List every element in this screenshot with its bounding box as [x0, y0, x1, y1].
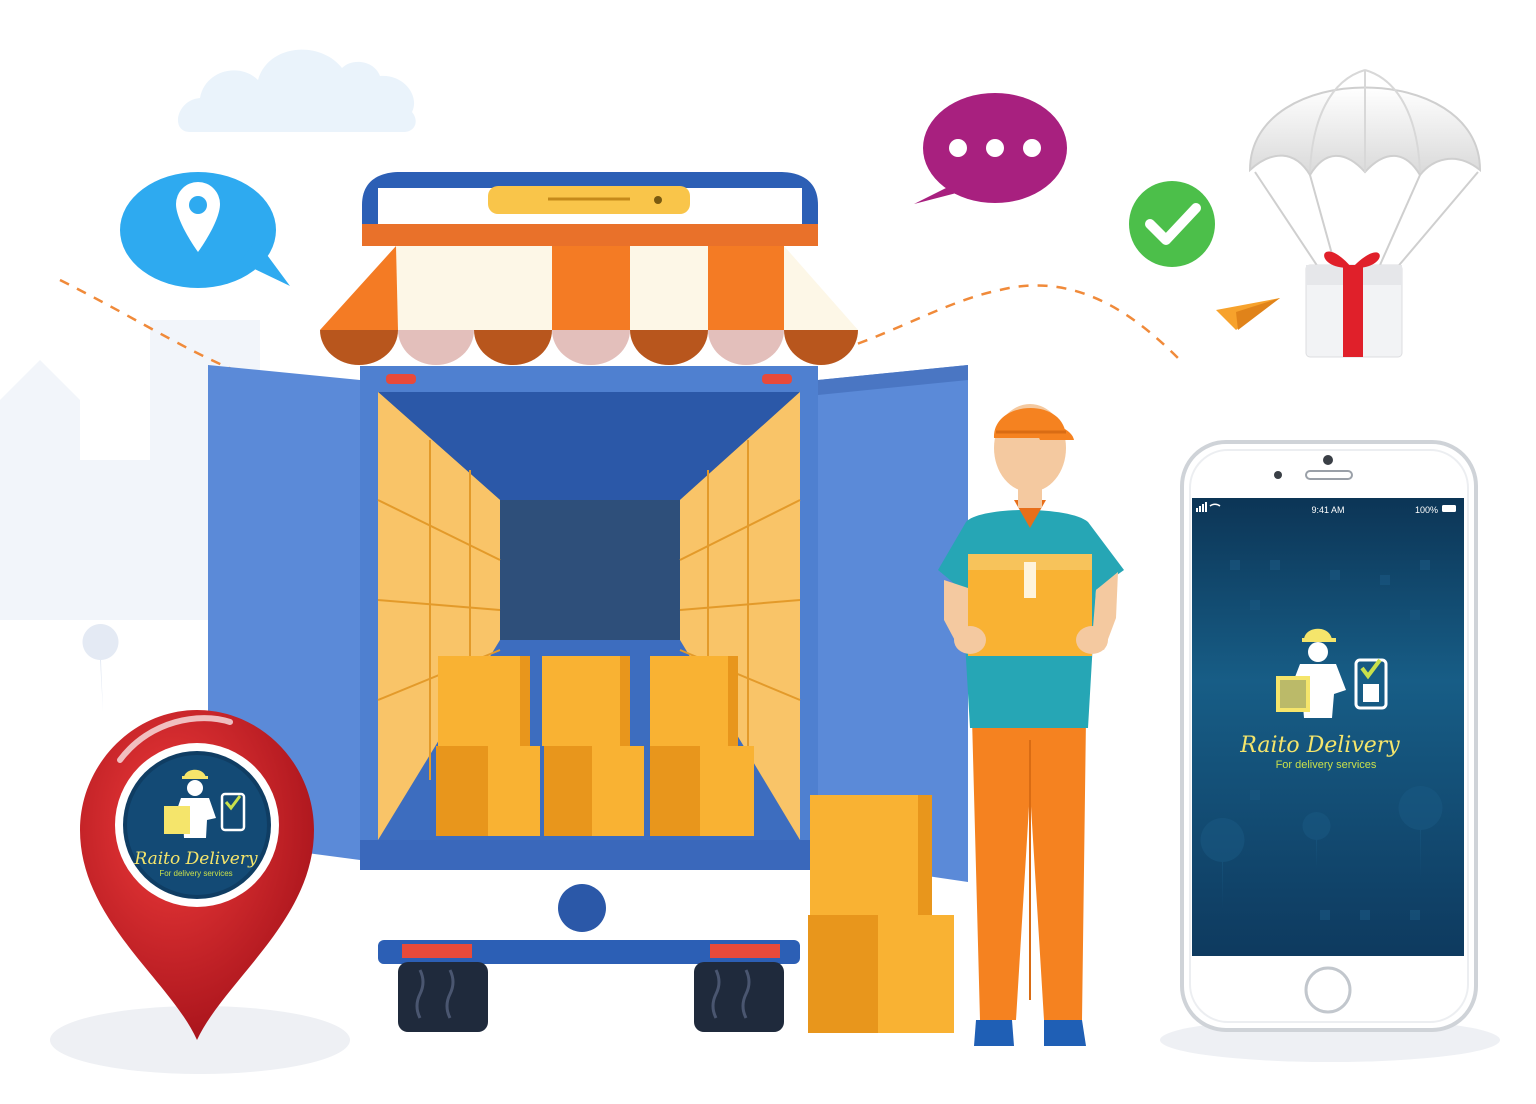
typing-chat-bubble-icon	[914, 93, 1067, 204]
checkmark-icon	[1129, 181, 1215, 267]
phone-status-battery: 100%	[1415, 505, 1438, 515]
cloud-icon	[177, 49, 416, 132]
app-brand-tagline: For delivery services	[1276, 759, 1377, 771]
parachute-gift-icon	[1248, 69, 1482, 358]
phone-status-time: 9:41 AM	[1311, 505, 1344, 515]
cargo-boxes	[436, 656, 754, 836]
pin-brand-name: Raito Delivery	[133, 849, 258, 869]
pin-brand-tagline: For delivery services	[159, 869, 232, 878]
paper-plane-icon	[1216, 298, 1280, 330]
truck-wheels	[398, 962, 784, 1032]
smartphone: 9:41 AM 100% Raito Delivery For delivery…	[1180, 440, 1478, 1032]
location-chat-bubble-icon	[120, 172, 290, 288]
delivery-illustration: 9:41 AM 100% Raito Delivery For delivery…	[0, 49, 1500, 1074]
app-brand-name: Raito Delivery	[1239, 733, 1400, 758]
